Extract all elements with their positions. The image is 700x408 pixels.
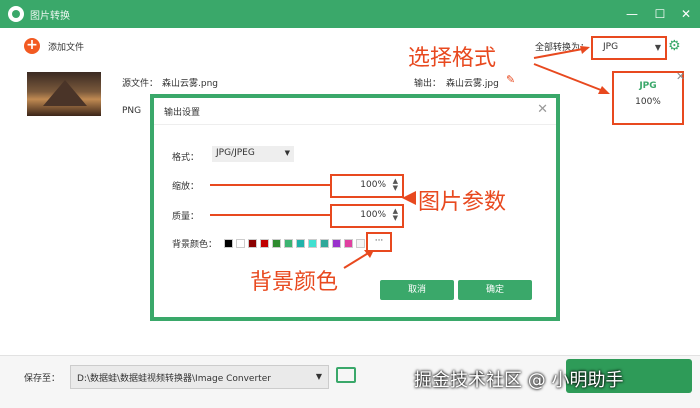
source-name: 森山云雾.png xyxy=(162,79,218,89)
output-label: 输出： xyxy=(414,79,442,89)
save-to-label: 保存至： xyxy=(24,374,61,384)
dialog-format-value: JPG/JPEG xyxy=(216,148,255,158)
app-title: 图片转换 xyxy=(30,11,70,22)
dialog-title: 输出设置 xyxy=(164,108,201,118)
chevron-down-icon: ▼ xyxy=(315,372,322,381)
bg-color-label: 背景颜色： xyxy=(172,240,218,250)
format-label: 格式： xyxy=(172,153,200,163)
scale-spinner[interactable]: 100% ▲ ▼ xyxy=(330,174,404,198)
scale-slider[interactable] xyxy=(210,184,336,186)
add-icon[interactable]: + xyxy=(24,38,40,54)
color-swatch[interactable] xyxy=(272,239,281,248)
color-swatch[interactable] xyxy=(320,239,329,248)
annotation-image-params: 图片参数 xyxy=(418,190,507,215)
add-files-button[interactable]: 添加文件 xyxy=(48,40,84,53)
color-swatch[interactable] xyxy=(296,239,305,248)
scale-label: 缩放： xyxy=(172,182,200,192)
dialog-close-icon[interactable]: ✕ xyxy=(537,102,548,117)
minimize-button[interactable]: — xyxy=(624,6,640,22)
color-swatch[interactable] xyxy=(284,239,293,248)
folder-icon[interactable] xyxy=(336,367,356,383)
color-swatch[interactable] xyxy=(248,239,257,248)
quality-label: 质量： xyxy=(172,212,200,222)
chevron-down-icon: ▼ xyxy=(284,149,290,157)
annotation-select-format: 选择格式 xyxy=(408,46,497,71)
annotation-arrow xyxy=(343,250,374,269)
quality-value: 100% xyxy=(360,210,386,220)
cancel-button[interactable]: 取消 xyxy=(380,280,454,300)
annotation-arrow xyxy=(402,191,416,205)
source-format: PNG xyxy=(122,106,142,116)
source-label: 源文件： xyxy=(122,79,159,89)
annotation-bg-color: 背景颜色 xyxy=(250,270,339,295)
save-path-select[interactable]: D:\数据蛙\数据蛙视频转换器\Image Converter ▼ xyxy=(70,365,329,389)
color-swatch[interactable] xyxy=(332,239,341,248)
color-swatch[interactable] xyxy=(224,239,233,248)
maximize-button[interactable]: ☐ xyxy=(652,6,668,22)
scale-value: 100% xyxy=(360,180,386,190)
logo-icon xyxy=(8,6,24,22)
save-path-value: D:\数据蛙\数据蛙视频转换器\Image Converter xyxy=(77,374,271,384)
output-name: 森山云雾.jpg xyxy=(446,79,499,89)
title-bar: 图片转换 — ☐ ✕ xyxy=(0,0,700,28)
spin-updown-icon[interactable]: ▲ ▼ xyxy=(393,208,398,222)
color-swatch[interactable] xyxy=(260,239,269,248)
color-swatch[interactable] xyxy=(356,239,365,248)
color-swatch[interactable] xyxy=(308,239,317,248)
thumbnail xyxy=(27,72,101,116)
close-button[interactable]: ✕ xyxy=(678,6,694,22)
color-swatch[interactable] xyxy=(344,239,353,248)
quality-spinner[interactable]: 100% ▲ ▼ xyxy=(330,204,404,228)
quality-slider[interactable] xyxy=(210,214,336,216)
color-swatch[interactable] xyxy=(236,239,245,248)
dialog-format-select[interactable]: JPG/JPEG ▼ xyxy=(212,146,294,162)
spin-updown-icon[interactable]: ▲ ▼ xyxy=(393,178,398,192)
watermark: 掘金技术社区 @ 小明助手 xyxy=(414,370,624,391)
ok-button[interactable]: 确定 xyxy=(458,280,532,300)
